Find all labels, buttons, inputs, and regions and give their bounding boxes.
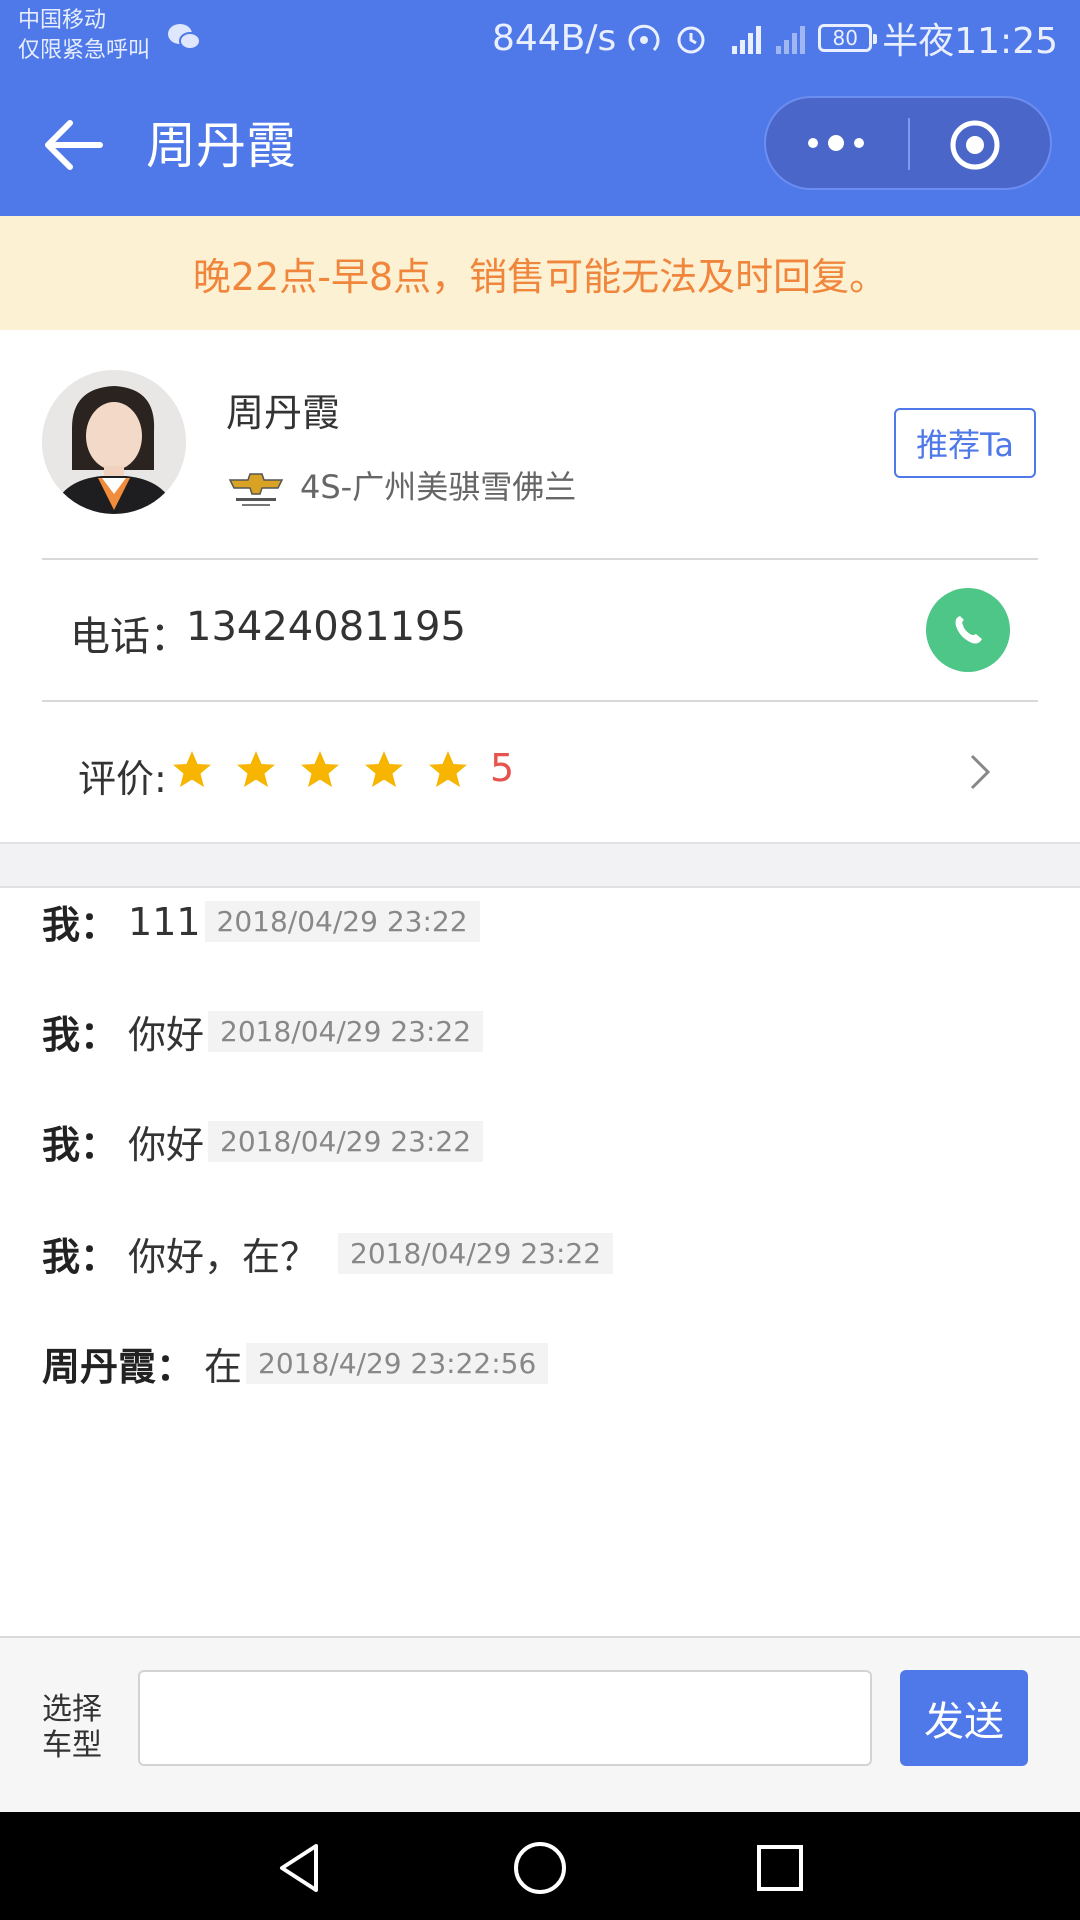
send-button[interactable]: 发送 xyxy=(900,1670,1028,1766)
notice-banner: 晚22点-早8点，销售可能无法及时回复。 xyxy=(0,216,1080,330)
star-icon xyxy=(301,751,339,787)
message-text: 111 xyxy=(128,899,201,944)
message-item: 我： 你好，在？ 2018/04/29 23:22 xyxy=(42,1226,614,1281)
signal-icon xyxy=(732,26,762,54)
status-bar: 中国移动 仅限紧急呼叫 844B/s 80 半夜11:25 xyxy=(0,0,1080,76)
rating-stars xyxy=(170,748,470,792)
message-time: 2018/04/29 23:22 xyxy=(208,1121,484,1162)
chevron-right-icon[interactable] xyxy=(962,750,996,794)
battery-level: 80 xyxy=(832,26,858,50)
rating-label: 评价: xyxy=(78,757,167,801)
message-time: 2018/04/29 23:22 xyxy=(208,1011,484,1052)
message-text: 你好，在？ xyxy=(128,1235,319,1279)
star-icon xyxy=(429,751,467,787)
star-icon xyxy=(237,751,275,787)
message-text: 你好 xyxy=(128,1013,205,1057)
input-bar: 选择车型 发送 xyxy=(0,1636,1080,1812)
message-sender: 我： xyxy=(42,903,119,947)
battery-icon: 80 xyxy=(818,24,878,52)
seller-profile-card: 周丹霞 4S-广州美骐雪佛兰 推荐Ta 电话： 13424081195 评价: … xyxy=(0,330,1080,842)
wechat-icon xyxy=(168,24,201,50)
call-button[interactable] xyxy=(926,588,1010,672)
android-nav-bar xyxy=(0,1812,1080,1920)
section-gap xyxy=(0,842,1080,888)
message-sender: 周丹霞： xyxy=(42,1345,195,1389)
hotspot-icon xyxy=(628,24,660,52)
message-sender: 我： xyxy=(42,1235,119,1279)
page-title: 周丹霞 xyxy=(146,117,296,175)
back-arrow-icon[interactable] xyxy=(40,110,110,180)
phone-label: 电话： xyxy=(70,614,190,660)
android-back-icon[interactable] xyxy=(270,1838,330,1898)
message-text: 在 xyxy=(204,1345,243,1389)
status-indicators: 844B/s 80 半夜11:25 xyxy=(492,10,1058,66)
divider xyxy=(42,558,1038,560)
clock: 半夜11:25 xyxy=(882,21,1058,62)
message-list: 我： 111 2018/04/29 23:22 我： 你好 2018/04/29… xyxy=(0,888,1080,1636)
close-target-icon[interactable] xyxy=(942,116,1008,174)
recommend-button[interactable]: 推荐Ta xyxy=(894,408,1036,478)
mini-program-capsule xyxy=(764,96,1052,190)
message-time: 2018/04/29 23:22 xyxy=(338,1233,614,1274)
avatar xyxy=(42,370,186,514)
phone-number[interactable]: 13424081195 xyxy=(186,604,466,650)
message-sender: 我： xyxy=(42,1123,119,1167)
more-dots-icon[interactable] xyxy=(786,112,886,174)
carrier-line1: 中国移动 xyxy=(18,8,107,33)
carrier-info: 中国移动 仅限紧急呼叫 xyxy=(18,6,150,66)
message-sender: 我： xyxy=(42,1013,119,1057)
star-icon xyxy=(173,751,211,787)
notice-text: 晚22点-早8点，销售可能无法及时回复。 xyxy=(192,254,888,299)
chevrolet-logo-icon xyxy=(228,473,284,506)
signal-2-icon xyxy=(776,26,806,54)
capsule-divider xyxy=(908,118,910,170)
select-car-model-button[interactable]: 选择车型 xyxy=(42,1692,112,1764)
alarm-icon xyxy=(677,26,705,54)
nav-bar: 周丹霞 xyxy=(0,76,1080,216)
message-item: 我： 你好 2018/04/29 23:22 xyxy=(42,1114,484,1169)
message-time: 2018/04/29 23:22 xyxy=(204,901,480,942)
message-item: 我： 111 2018/04/29 23:22 xyxy=(42,894,480,949)
android-recents-icon[interactable] xyxy=(750,1838,810,1898)
message-time: 2018/4/29 23:22:56 xyxy=(246,1343,549,1384)
message-item: 周丹霞： 在 2018/4/29 23:22:56 xyxy=(42,1336,549,1391)
rating-value: 5 xyxy=(490,746,515,790)
message-text: 你好 xyxy=(128,1123,205,1167)
net-speed: 844B/s xyxy=(491,17,617,59)
message-item: 我： 你好 2018/04/29 23:22 xyxy=(42,1004,484,1059)
star-icon xyxy=(365,751,403,787)
seller-name: 周丹霞 xyxy=(226,391,341,435)
carrier-line2: 仅限紧急呼叫 xyxy=(18,38,151,63)
message-input[interactable] xyxy=(138,1670,872,1766)
android-home-icon[interactable] xyxy=(510,1838,570,1898)
divider xyxy=(42,700,1038,702)
dealer-name: 4S-广州美骐雪佛兰 xyxy=(300,468,577,506)
phone-icon xyxy=(955,616,982,644)
